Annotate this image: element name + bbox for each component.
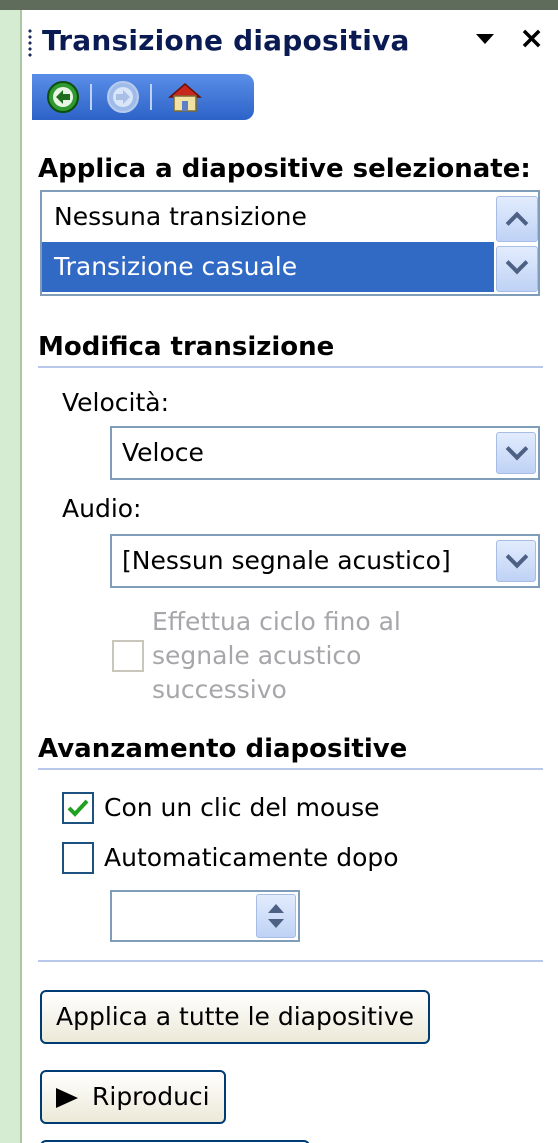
left-edge-rail bbox=[0, 10, 22, 1143]
advance-section-title: Avanzamento diapositive bbox=[38, 734, 408, 764]
play-button-label: Riproduci bbox=[92, 1082, 210, 1111]
loop-sound-checkbox[interactable] bbox=[112, 640, 144, 672]
loop-sound-label-line2: segnale acustico bbox=[152, 641, 362, 670]
chevron-down-icon bbox=[505, 545, 529, 569]
list-item-label: Transizione casuale bbox=[54, 252, 298, 281]
speed-select-value: Veloce bbox=[122, 438, 204, 467]
back-icon[interactable] bbox=[46, 80, 80, 114]
automatically-after-label: Automaticamente dopo bbox=[104, 843, 399, 872]
audio-dropdown-button[interactable] bbox=[496, 540, 536, 582]
task-pane-title-bar: Transizione diapositiva × bbox=[22, 10, 558, 72]
chevron-down-icon bbox=[505, 437, 529, 461]
automatically-after-checkbox[interactable] bbox=[62, 842, 94, 874]
list-item-label: Nessuna transizione bbox=[54, 202, 307, 231]
window-top-strip bbox=[0, 0, 558, 10]
list-item[interactable]: Nessuna transizione bbox=[42, 192, 494, 242]
audio-select[interactable]: [Nessun segnale acustico] bbox=[110, 534, 540, 588]
on-mouse-click-checkbox[interactable] bbox=[62, 792, 94, 824]
drag-grip-icon[interactable] bbox=[28, 28, 32, 58]
task-pane-title: Transizione diapositiva bbox=[42, 24, 410, 57]
checkmark-icon bbox=[67, 799, 89, 817]
play-button[interactable]: Riproduci bbox=[40, 1070, 226, 1124]
spinbox-arrows[interactable] bbox=[256, 894, 296, 938]
on-mouse-click-label: Con un clic del mouse bbox=[104, 793, 380, 822]
loop-sound-label-line1: Effettua ciclo fino al bbox=[152, 607, 401, 636]
scroll-down-button[interactable] bbox=[496, 246, 538, 292]
loop-sound-label-line3: successivo bbox=[152, 675, 287, 704]
section-divider bbox=[38, 960, 543, 962]
speed-select[interactable]: Veloce bbox=[110, 426, 540, 480]
close-icon[interactable]: × bbox=[519, 24, 544, 54]
speed-dropdown-button[interactable] bbox=[496, 432, 536, 474]
forward-icon[interactable] bbox=[106, 80, 140, 114]
chevron-up-icon bbox=[505, 211, 529, 235]
modify-section-title: Modifica transizione bbox=[38, 332, 335, 362]
apply-to-all-slides-button[interactable]: Applica a tutte le diapositive bbox=[40, 990, 431, 1044]
pane-menu-dropdown-icon[interactable] bbox=[476, 34, 494, 44]
play-icon bbox=[56, 1088, 78, 1108]
audio-select-value: [Nessun segnale acustico] bbox=[122, 546, 451, 575]
up-down-arrows-icon bbox=[268, 904, 284, 928]
nav-separator bbox=[150, 84, 152, 110]
section-divider bbox=[38, 366, 543, 368]
section-divider bbox=[38, 768, 543, 770]
scroll-up-button[interactable] bbox=[496, 196, 538, 242]
automatically-after-spinbox[interactable] bbox=[110, 890, 300, 942]
nav-separator bbox=[90, 84, 92, 110]
transition-listbox[interactable]: Nessuna transizione Transizione casuale bbox=[40, 190, 540, 296]
speed-label: Velocità: bbox=[62, 388, 170, 417]
apply-section-title: Applica a diapositive selezionate: bbox=[38, 154, 531, 184]
home-icon[interactable] bbox=[166, 80, 203, 114]
navigation-bar bbox=[32, 74, 254, 120]
task-pane-window: Transizione diapositiva × Applica a diap… bbox=[0, 0, 558, 1143]
audio-label: Audio: bbox=[62, 494, 142, 523]
list-item-selected[interactable]: Transizione casuale bbox=[42, 242, 494, 292]
chevron-down-icon bbox=[505, 251, 529, 275]
task-pane: Transizione diapositiva × Applica a diap… bbox=[22, 10, 558, 1143]
